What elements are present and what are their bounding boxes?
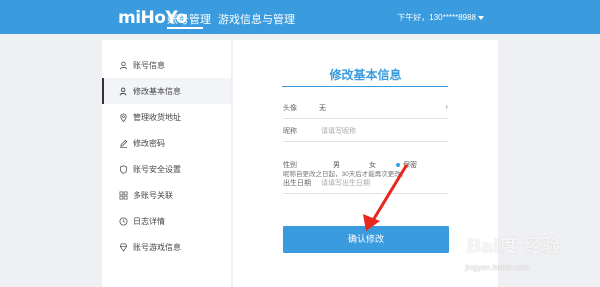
avatar-row[interactable]: 头像 无 › [283, 101, 448, 119]
sidebar-item-game-info[interactable]: 账号游戏信息 [102, 234, 231, 260]
sidebar-item-label: 修改基本信息 [133, 86, 181, 96]
sidebar-item-linked-accounts[interactable]: 多账号关联 [102, 182, 231, 208]
gender-label: 性别 [283, 162, 297, 169]
sidebar-item-security-settings[interactable]: 账号安全设置 [102, 156, 231, 182]
game-icon [118, 242, 128, 252]
chevron-right-icon[interactable]: › [445, 102, 448, 111]
nickname-label: 昵称 [283, 128, 297, 135]
sidebar-item-label: 多账号关联 [133, 190, 173, 200]
nickname-input[interactable]: 请填写昵称 [321, 126, 356, 136]
clock-icon [118, 216, 128, 226]
gender-option-secret[interactable]: 保密 [396, 160, 417, 170]
sidebar-item-label: 账号信息 [133, 60, 165, 70]
location-pin-icon [118, 112, 128, 122]
gender-option-label: 保密 [403, 162, 417, 169]
gender-option-label: 女 [369, 162, 376, 169]
divider [283, 141, 448, 142]
divider [283, 193, 448, 194]
sidebar-item-account-info[interactable]: 账号信息 [102, 52, 231, 78]
sidebar-item-edit-basic-info[interactable]: 修改基本信息 [102, 78, 231, 104]
sidebar-item-label: 账号安全设置 [133, 164, 181, 174]
watermark-url: jingyan.baidu.com [465, 263, 530, 272]
user-icon [118, 60, 128, 70]
birthday-row: 出生日期 请填写出生日期 [283, 176, 448, 194]
gender-option-male[interactable]: 男 [333, 160, 340, 170]
user-greeting: 下午好，130*****8988 [397, 13, 476, 22]
sidebar-item-label: 日志详情 [133, 216, 165, 226]
sidebar-item-label: 管理收货地址 [133, 112, 181, 122]
user-edit-icon [118, 86, 128, 96]
divider [283, 118, 448, 119]
gender-option-female[interactable]: 女 [369, 160, 376, 170]
gender-option-label: 男 [333, 162, 340, 169]
birthday-input[interactable]: 请填写出生日期 [321, 178, 370, 188]
radio-selected-icon [396, 163, 400, 167]
avatar-label: 头像 [283, 105, 297, 112]
sidebar-item-label: 修改密码 [133, 138, 165, 148]
top-navigation-bar: miHoYo 账号管理 游戏信息与管理 下午好，130*****8988 [0, 0, 600, 34]
title-underline [282, 86, 448, 87]
sidebar-item-change-password[interactable]: 修改密码 [102, 130, 231, 156]
sidebar-item-label: 账号游戏信息 [133, 242, 181, 252]
sidebar: 账号信息 修改基本信息 管理收货地址 修改密码 账号安全设置 多账号关联 日志详… [102, 40, 231, 287]
avatar-value: 无 [319, 105, 326, 112]
chevron-down-icon [478, 15, 484, 20]
nav-account-management[interactable]: 账号管理 [167, 11, 211, 27]
nickname-row: 昵称 请填写昵称 [283, 124, 448, 142]
shield-icon [118, 164, 128, 174]
gender-row: 性别 男 女 保密 [283, 160, 448, 174]
link-accounts-icon [118, 190, 128, 200]
pen-icon [118, 138, 128, 148]
user-menu[interactable]: 下午好，130*****8988 [397, 12, 484, 23]
nav-game-info[interactable]: 游戏信息与管理 [218, 11, 295, 27]
sidebar-item-log-details[interactable]: 日志详情 [102, 208, 231, 234]
active-nav-underline [167, 27, 203, 29]
birthday-label: 出生日期 [283, 180, 311, 187]
sidebar-item-manage-address[interactable]: 管理收货地址 [102, 104, 231, 130]
watermark-logo: Bai度 经验 [466, 236, 560, 257]
edit-basic-info-panel: 修改基本信息 头像 无 › 昵称 请填写昵称 昵称自更改之日起，30天后才能再次… [233, 40, 498, 287]
page-title: 修改基本信息 [329, 68, 402, 82]
confirm-button[interactable]: 确认修改 [283, 226, 449, 253]
